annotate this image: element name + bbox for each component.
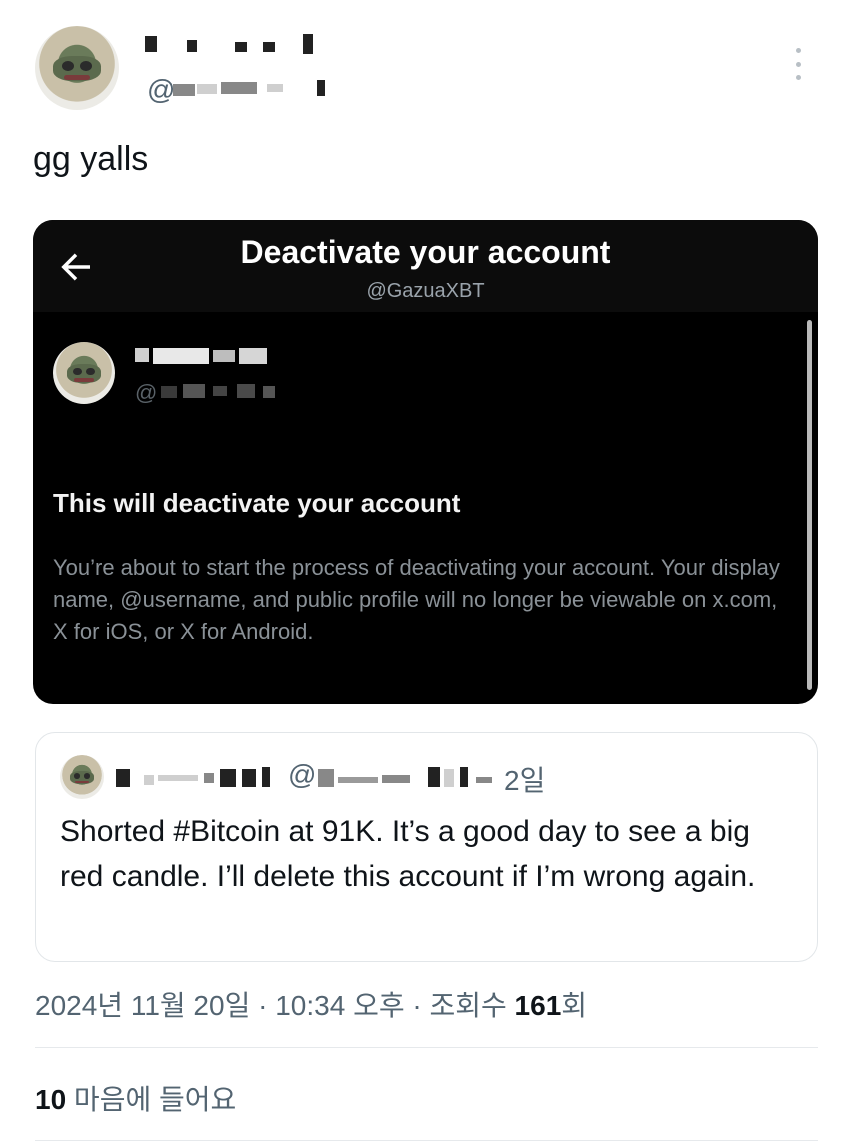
author-avatar[interactable] bbox=[35, 26, 119, 110]
quoted-post[interactable]: @ 2일 Shorted #Bitcoin at 91K. It’s a goo… bbox=[35, 732, 818, 962]
embedded-scrollbar bbox=[807, 320, 812, 690]
embedded-profile-handle: @ bbox=[135, 380, 158, 405]
view-count: 161 bbox=[514, 990, 562, 1021]
author-handle[interactable]: @ bbox=[147, 74, 175, 106]
embedded-handle: @GazuaXBT bbox=[366, 280, 485, 302]
quoted-post-time: 2일 bbox=[504, 765, 546, 796]
warning-body: You’re about to start the process of dea… bbox=[53, 555, 780, 644]
embedded-title: Deactivate your account bbox=[240, 234, 611, 270]
divider bbox=[35, 1140, 818, 1141]
warning-heading: This will deactivate your account bbox=[53, 488, 461, 518]
embedded-screenshot: Deactivate your account @GazuaXBT @ This… bbox=[33, 220, 818, 704]
post-datetime[interactable]: 2024년 11월 20일 · 10:34 오후 · 조회수 bbox=[35, 990, 515, 1021]
more-options-icon[interactable] bbox=[783, 44, 813, 84]
avatar-mouth bbox=[63, 74, 91, 80]
view-count-suffix: 회 bbox=[561, 990, 588, 1021]
likes-count: 10 bbox=[35, 1084, 67, 1115]
likes-label: 마음에 들어요 bbox=[66, 1084, 237, 1115]
avatar-eye bbox=[61, 61, 74, 72]
post-header: @ bbox=[35, 26, 815, 116]
post-text: gg yalls bbox=[33, 140, 149, 178]
embedded-header: Deactivate your account @GazuaXBT bbox=[33, 220, 818, 312]
post-metadata: 2024년 11월 20일 · 10:34 오후 · 조회수 161회 bbox=[35, 984, 587, 1024]
quoted-author-handle: @ bbox=[288, 759, 317, 790]
embedded-profile-avatar bbox=[53, 342, 115, 404]
quoted-post-text: Shorted #Bitcoin at 91K. It’s a good day… bbox=[60, 815, 756, 893]
likes-stat[interactable]: 10 마음에 들어요 bbox=[35, 1078, 236, 1118]
divider bbox=[35, 1047, 818, 1048]
quoted-author-avatar bbox=[60, 755, 104, 799]
